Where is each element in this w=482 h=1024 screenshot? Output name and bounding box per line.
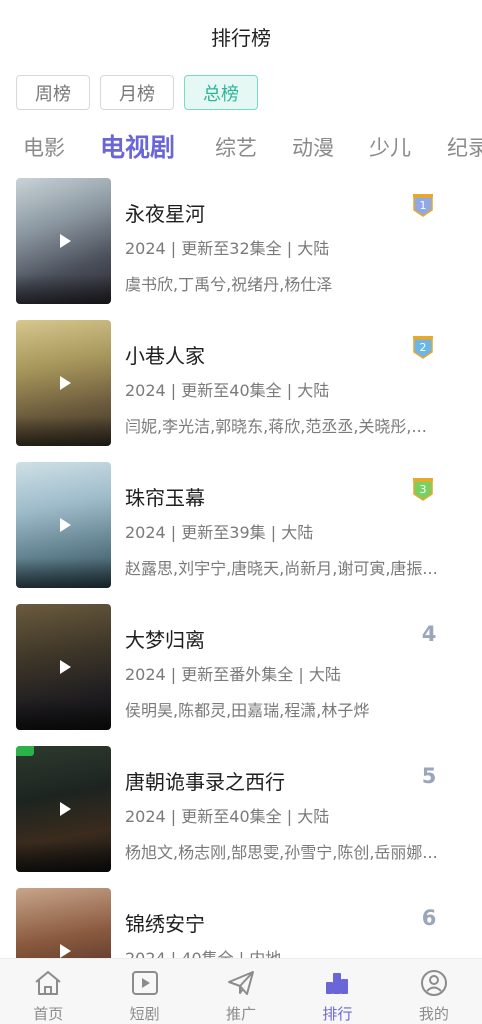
item-title[interactable]: 永夜星河: [125, 198, 205, 227]
rank-badge-icon: 1: [413, 194, 433, 217]
category-tabs: 电影 电视剧 综艺 动漫 少儿 纪录: [0, 130, 482, 170]
poster-shade: [16, 416, 111, 446]
poster-image[interactable]: [16, 178, 111, 304]
list-item[interactable]: 珠帘玉幕 2024 | 更新至39集 | 大陆 赵露思,刘宇宁,唐晓天,尚新月,…: [0, 462, 482, 589]
category-anime[interactable]: 动漫: [292, 132, 334, 162]
tab-monthly[interactable]: 月榜: [100, 75, 174, 110]
tab-ranking[interactable]: 排行: [289, 959, 385, 1024]
tab-short-video[interactable]: 短剧: [96, 959, 192, 1024]
poster-image[interactable]: [16, 746, 111, 872]
item-meta: 2024 | 更新至39集 | 大陆: [125, 523, 314, 542]
tab-promote-label: 推广: [226, 1005, 257, 1023]
poster-shade: [16, 274, 111, 304]
list-item[interactable]: 唐朝诡事录之西行 2024 | 更新至40集全 | 大陆 杨旭文,杨志刚,郜思雯…: [0, 746, 482, 873]
category-kids[interactable]: 少儿: [369, 132, 411, 162]
tab-weekly[interactable]: 周榜: [16, 75, 90, 110]
tab-ranking-label: 排行: [322, 1005, 353, 1023]
category-documentary[interactable]: 纪录: [447, 132, 482, 162]
item-title[interactable]: 大梦归离: [125, 624, 205, 653]
paper-plane-icon: [228, 971, 255, 995]
page-title: 排行榜: [211, 26, 271, 50]
bottom-tab-bar: 首页 短剧 推广 排行 我的: [0, 958, 482, 1024]
poster-image[interactable]: [16, 604, 111, 730]
item-cast: 侯明昊,陈都灵,田嘉瑞,程潇,林子烨: [125, 701, 370, 720]
item-title[interactable]: 唐朝诡事录之西行: [125, 766, 285, 795]
tab-promote[interactable]: 推广: [193, 959, 289, 1024]
item-cast: 杨旭文,杨志刚,郜思雯,孙雪宁,陈创,岳丽娜...: [125, 843, 438, 862]
item-meta: 2024 | 更新至40集全 | 大陆: [125, 807, 330, 826]
tab-home-label: 首页: [33, 1005, 64, 1023]
item-meta: 2024 | 更新至32集全 | 大陆: [125, 239, 330, 258]
rank-number: 6: [421, 906, 437, 930]
rank-number: 5: [421, 764, 437, 788]
play-icon: [59, 944, 71, 958]
ranking-list: 永夜星河 2024 | 更新至32集全 | 大陆 虞书欣,丁禹兮,祝绪丹,杨仕泽…: [0, 178, 482, 958]
tab-profile[interactable]: 我的: [386, 959, 482, 1024]
platform-tag: [16, 746, 34, 756]
play-icon: [59, 518, 71, 532]
rank-badge-number: 3: [420, 483, 427, 496]
list-item[interactable]: 小巷人家 2024 | 更新至40集全 | 大陆 闫妮,李光洁,郭晓东,蒋欣,范…: [0, 320, 482, 447]
item-meta: 2024 | 40集全 | 内地: [125, 945, 281, 958]
play-icon: [59, 376, 71, 390]
poster-shade: [16, 700, 111, 730]
poster-shade: [16, 842, 111, 872]
tab-overall[interactable]: 总榜: [184, 75, 258, 110]
list-item[interactable]: 锦绣安宁 2024 | 40集全 | 内地 6: [0, 888, 482, 958]
profile-icon: [420, 970, 447, 996]
category-tv-series[interactable]: 电视剧: [100, 130, 175, 164]
item-cast: 虞书欣,丁禹兮,祝绪丹,杨仕泽: [125, 275, 333, 294]
item-title[interactable]: 小巷人家: [125, 340, 205, 369]
tab-home[interactable]: 首页: [0, 959, 96, 1024]
item-title[interactable]: 珠帘玉幕: [125, 482, 205, 511]
play-icon: [59, 660, 71, 674]
ranking-icon: [326, 973, 349, 994]
poster-image[interactable]: [16, 462, 111, 588]
item-cast: 赵露思,刘宇宁,唐晓天,尚新月,谢可寅,唐振...: [125, 559, 438, 578]
category-movie[interactable]: 电影: [23, 132, 65, 162]
poster-shade: [16, 558, 111, 588]
item-title[interactable]: 锦绣安宁: [125, 908, 205, 937]
poster-image[interactable]: [16, 320, 111, 446]
category-variety[interactable]: 综艺: [215, 132, 257, 162]
tab-short-video-label: 短剧: [129, 1005, 160, 1023]
home-icon: [35, 971, 61, 995]
item-cast: 闫妮,李光洁,郭晓东,蒋欣,范丞丞,关晓彤,...: [125, 417, 427, 436]
tab-profile-label: 我的: [418, 1005, 449, 1023]
list-item[interactable]: 大梦归离 2024 | 更新至番外集全 | 大陆 侯明昊,陈都灵,田嘉瑞,程潇,…: [0, 604, 482, 731]
rank-number: 4: [421, 622, 437, 646]
list-item[interactable]: 永夜星河 2024 | 更新至32集全 | 大陆 虞书欣,丁禹兮,祝绪丹,杨仕泽…: [0, 178, 482, 305]
period-tabs: 周榜 月榜 总榜: [16, 75, 258, 110]
item-meta: 2024 | 更新至番外集全 | 大陆: [125, 665, 341, 684]
rank-badge-icon: 3: [413, 478, 433, 501]
poster-image[interactable]: [16, 888, 111, 958]
short-video-icon: [131, 971, 158, 995]
rank-badge-icon: 2: [413, 336, 433, 359]
rank-badge-number: 1: [420, 199, 427, 212]
play-icon: [59, 802, 71, 816]
rank-badge-number: 2: [420, 341, 427, 354]
play-icon: [59, 234, 71, 248]
item-meta: 2024 | 更新至40集全 | 大陆: [125, 381, 330, 400]
